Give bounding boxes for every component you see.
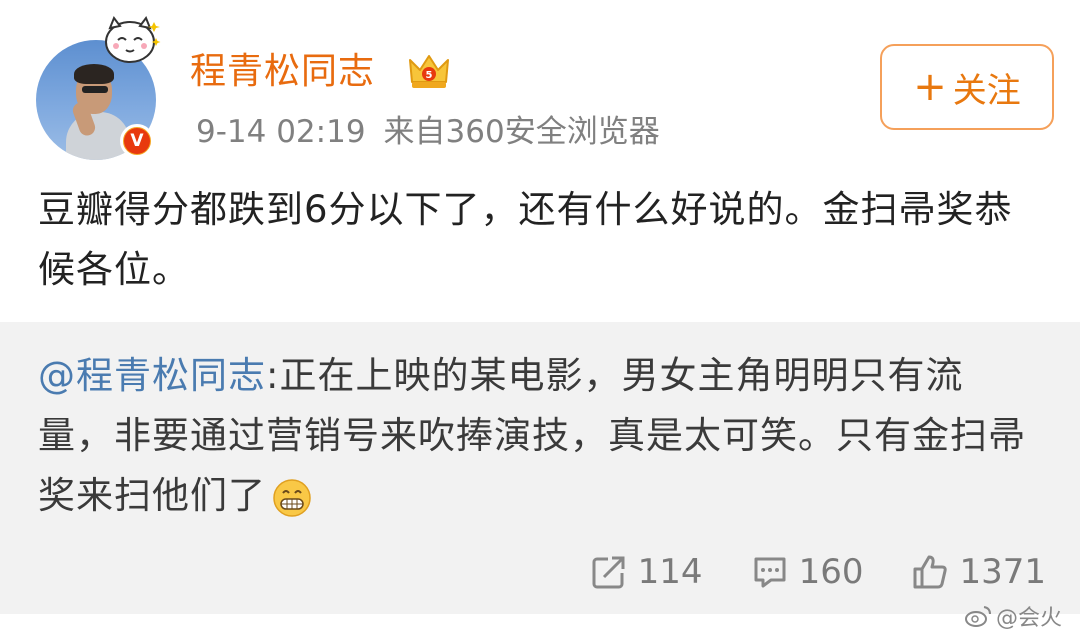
- like-count: 1371: [959, 552, 1046, 592]
- watermark-text: @会火: [995, 606, 1062, 631]
- post-timestamp[interactable]: 9-14 02:19: [196, 114, 366, 150]
- follow-button[interactable]: + 关注: [880, 44, 1054, 130]
- grin-icon: [273, 478, 311, 517]
- quoted-author-link[interactable]: @程青松同志: [38, 354, 266, 397]
- plus-icon: +: [913, 64, 947, 110]
- avatar-sunglasses: [82, 86, 108, 93]
- repost-icon: [592, 556, 625, 589]
- member-crown-icon: 5: [409, 55, 449, 88]
- repost-count: 114: [637, 552, 703, 592]
- like-button[interactable]: 1371: [911, 552, 1046, 592]
- comment-count: 160: [798, 552, 864, 592]
- quoted-post-text: @程青松同志:正在上映的某电影，男女主角明明只有流量，非要通过营销号来吹捧演技，…: [38, 346, 1038, 526]
- verified-badge-icon: V: [120, 124, 154, 158]
- post-meta: 9-14 02:19 来自360安全浏览器: [196, 112, 660, 152]
- action-bar: 114 160 1371: [542, 552, 1046, 592]
- cat-sticker-icon: [105, 15, 161, 63]
- comment-button[interactable]: 160: [751, 552, 864, 592]
- comment-icon: [754, 557, 786, 588]
- post-text: 豆瓣得分都跌到6分以下了，还有什么好说的。金扫帚奖恭候各位。: [38, 188, 1013, 291]
- watermark: @会火: [964, 600, 1062, 632]
- repost-button[interactable]: 114: [590, 552, 703, 592]
- post-source: 来自360安全浏览器: [383, 114, 660, 150]
- weibo-logo-icon: [964, 606, 991, 627]
- svg-text:5: 5: [426, 70, 433, 81]
- quoted-post[interactable]: @程青松同志:正在上映的某电影，男女主角明明只有流量，非要通过营销号来吹捧演技，…: [0, 322, 1080, 614]
- follow-label: 关注: [952, 70, 1021, 111]
- quote-colon: :: [266, 354, 280, 397]
- thumbs-up-icon: [913, 555, 948, 589]
- username[interactable]: 程青松同志: [190, 50, 375, 94]
